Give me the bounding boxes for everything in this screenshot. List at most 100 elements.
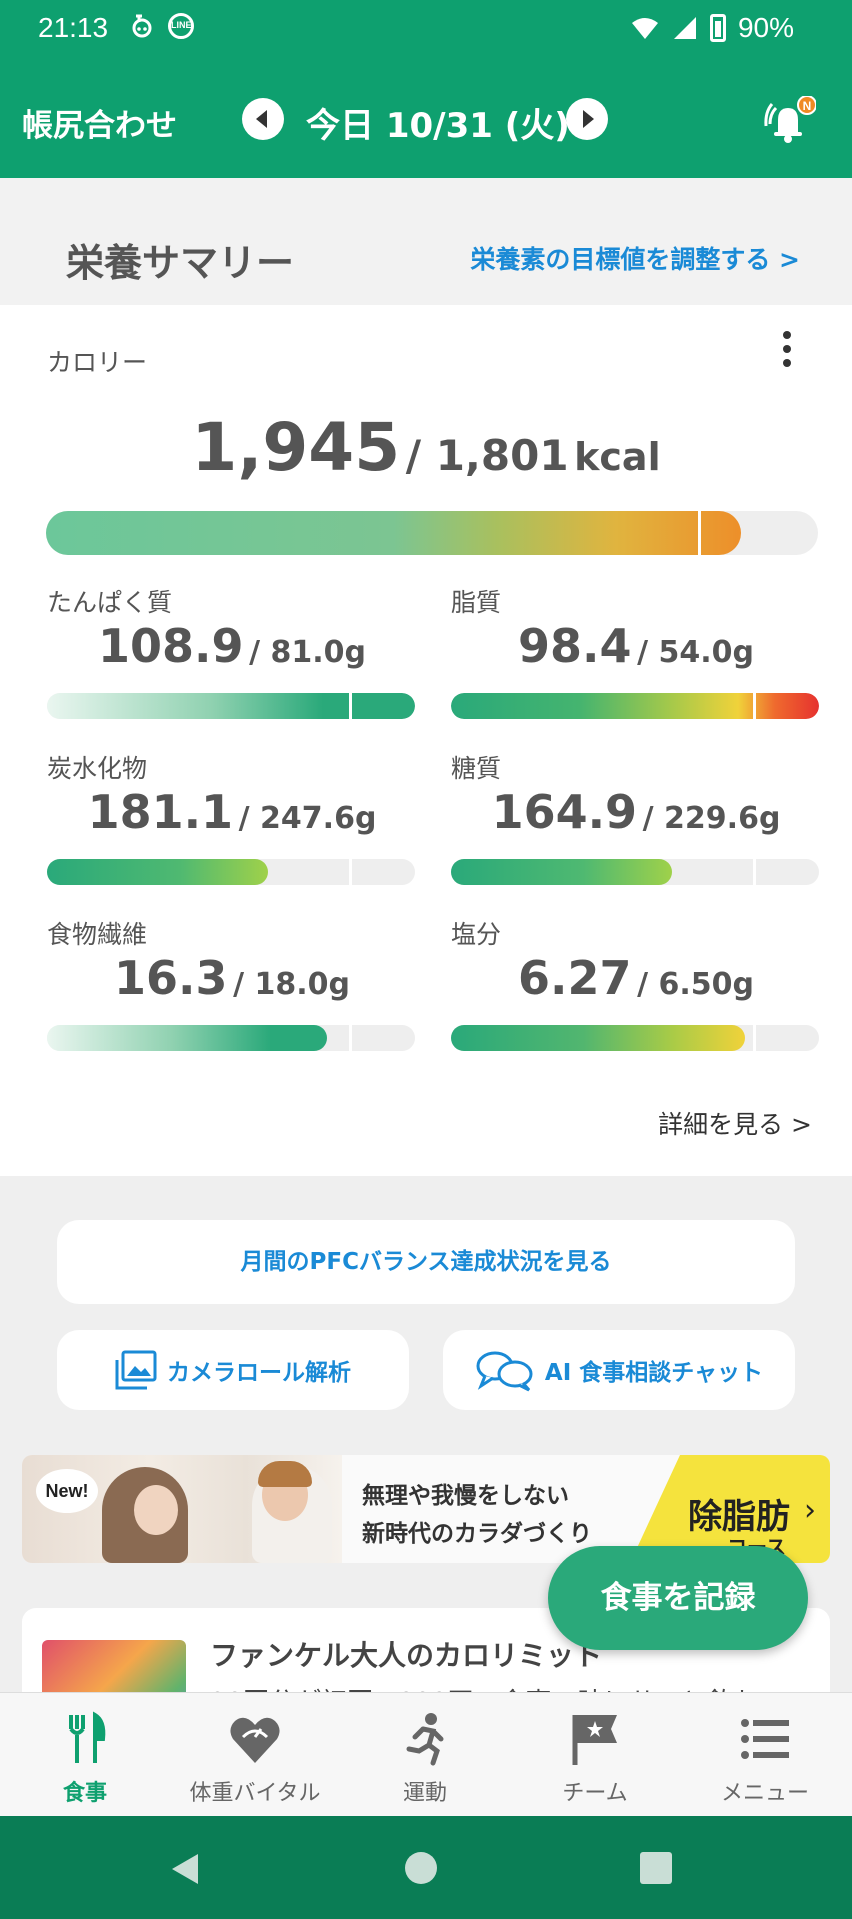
calorie-unit: kcal bbox=[574, 435, 661, 479]
nutrient-goal: / 229.6g bbox=[642, 801, 781, 836]
nutrient-value: 164.9 bbox=[491, 785, 638, 839]
nutrient-goal: / 247.6g bbox=[238, 801, 377, 836]
camera-roll-label: カメラロール解析 bbox=[167, 1360, 351, 1386]
nav-meal-label: 食事 bbox=[62, 1781, 107, 1806]
banner-person-face bbox=[134, 1485, 178, 1535]
flag-star-icon bbox=[572, 1715, 617, 1765]
nav-meal[interactable]: 食事 bbox=[0, 1693, 170, 1817]
adjust-targets-link[interactable]: 栄養素の目標値を調整する > bbox=[470, 240, 800, 276]
nutrient-progress-fill bbox=[47, 1025, 327, 1051]
nutrient-values: 164.9 / 229.6g bbox=[451, 785, 821, 839]
nutrient-progress-bar bbox=[47, 693, 415, 719]
previous-day-button[interactable] bbox=[242, 98, 284, 140]
nutrient-goal: / 81.0g bbox=[249, 635, 366, 670]
nutrient-protein[interactable]: たんぱく質 108.9 / 81.0g bbox=[47, 583, 417, 723]
nutrient-values: 16.3 / 18.0g bbox=[47, 951, 417, 1005]
pfc-balance-button[interactable]: 月間のPFCバランス達成状況を見る bbox=[57, 1220, 795, 1304]
calorie-label: カロリー bbox=[47, 348, 148, 377]
nav-menu-label: メニュー bbox=[720, 1781, 809, 1806]
bell-icon: N bbox=[764, 95, 817, 143]
nav-exercise[interactable]: 運動 bbox=[340, 1693, 510, 1817]
nutrient-progress-fill bbox=[451, 693, 819, 719]
nutrition-card: カロリー 1,945 / 1,801 kcal たんぱく質 108.9 / 81… bbox=[0, 305, 852, 1176]
nutrient-name: 炭水化物 bbox=[47, 754, 148, 783]
nutrient-goal-marker bbox=[349, 859, 352, 885]
running-person-icon bbox=[406, 1713, 444, 1766]
nav-menu[interactable]: メニュー bbox=[680, 1693, 850, 1817]
ai-chat-label: AI 食事相談チャット bbox=[544, 1360, 764, 1386]
nutrient-progress-bar bbox=[451, 693, 819, 719]
nav-team[interactable]: チーム bbox=[510, 1693, 680, 1817]
nutrient-progress-bar bbox=[451, 859, 819, 885]
nav-vital-label: 体重バイタル bbox=[189, 1781, 321, 1806]
notifications-button[interactable]: N bbox=[760, 95, 817, 146]
nutrient-progress-fill bbox=[47, 859, 268, 885]
calorie-values: 1,945 / 1,801 kcal bbox=[0, 409, 852, 486]
record-meal-button[interactable]: 食事を記録 bbox=[548, 1546, 808, 1650]
nutrient-value: 16.3 bbox=[114, 951, 228, 1005]
calorie-progress-bar bbox=[46, 511, 818, 555]
nav-exercise-label: 運動 bbox=[402, 1781, 447, 1806]
home-icon[interactable] bbox=[405, 1852, 437, 1884]
summary-header: 栄養サマリー 栄養素の目標値を調整する > bbox=[0, 178, 852, 305]
nutrient-carbs[interactable]: 炭水化物 181.1 / 247.6g bbox=[47, 749, 417, 889]
nutrient-values: 108.9 / 81.0g bbox=[47, 619, 417, 673]
more-options-icon[interactable] bbox=[780, 331, 794, 371]
banner-line-2: 新時代のカラダづくり bbox=[362, 1521, 592, 1547]
calorie-value: 1,945 bbox=[191, 409, 401, 486]
nutrient-name: 食物繊維 bbox=[47, 920, 148, 949]
app-notification-icon bbox=[132, 14, 152, 38]
nutrient-value: 181.1 bbox=[87, 785, 234, 839]
product-title: ファンケル大人のカロリミット bbox=[210, 1639, 603, 1672]
view-details-link[interactable]: 詳細を見る > bbox=[658, 1105, 812, 1141]
recent-apps-icon[interactable] bbox=[640, 1852, 672, 1884]
new-badge: New! bbox=[36, 1469, 98, 1513]
banner-person-hair bbox=[258, 1461, 312, 1487]
status-time: 21:13 bbox=[38, 12, 109, 43]
system-status: 90% bbox=[630, 12, 794, 44]
nutrient-goal-marker bbox=[753, 693, 756, 719]
wifi-icon bbox=[631, 18, 658, 39]
battery-percent: 90% bbox=[737, 12, 794, 43]
nutrient-progress-fill bbox=[451, 859, 672, 885]
triangle-right-icon bbox=[583, 110, 594, 128]
nutrient-values: 6.27 / 6.50g bbox=[451, 951, 821, 1005]
nutrient-goal: / 54.0g bbox=[637, 635, 754, 670]
page-title: 帳尻合わせ bbox=[22, 108, 177, 144]
camera-roll-analysis-button[interactable]: カメラロール解析 bbox=[57, 1330, 409, 1410]
nutrient-fat[interactable]: 脂質 98.4 / 54.0g bbox=[451, 583, 821, 723]
image-gallery-icon bbox=[115, 1350, 157, 1390]
nutrient-sugar[interactable]: 糖質 164.9 / 229.6g bbox=[451, 749, 821, 889]
nutrient-goal-marker bbox=[753, 859, 756, 885]
notification-icons: LINE bbox=[130, 12, 194, 40]
chevron-right-icon: › bbox=[804, 1493, 816, 1528]
nutrient-name: たんぱく質 bbox=[47, 588, 173, 617]
nutrient-value: 98.4 bbox=[518, 619, 632, 673]
nutrient-goal-marker bbox=[349, 693, 352, 719]
nutrient-name: 脂質 bbox=[451, 588, 502, 617]
nutrient-goal: / 6.50g bbox=[637, 967, 754, 1002]
calorie-goal-marker bbox=[697, 511, 701, 555]
back-icon[interactable] bbox=[168, 1852, 202, 1886]
nutrient-salt[interactable]: 塩分 6.27 / 6.50g bbox=[451, 915, 821, 1055]
nav-vital[interactable]: 体重バイタル bbox=[170, 1693, 340, 1817]
banner-text: 無理や我慢をしない 新時代のカラダづくり bbox=[362, 1477, 592, 1553]
nutrient-progress-fill bbox=[47, 693, 415, 719]
bottom-navigation: 食事 体重バイタル 運動 チーム メニュー bbox=[0, 1692, 852, 1816]
nutrient-progress-bar bbox=[47, 859, 415, 885]
ai-meal-chat-button[interactable]: AI 食事相談チャット bbox=[443, 1330, 795, 1410]
calorie-progress-fill bbox=[46, 511, 741, 555]
nutrient-goal: / 18.0g bbox=[233, 967, 350, 1002]
current-date[interactable]: 今日 10/31 (火) bbox=[306, 98, 570, 147]
nutrient-fiber[interactable]: 食物繊維 16.3 / 18.0g bbox=[47, 915, 417, 1055]
next-day-button[interactable] bbox=[566, 98, 608, 140]
line-app-icon: LINE bbox=[168, 13, 194, 39]
system-navigation-bar bbox=[0, 1816, 852, 1919]
nutrient-name: 塩分 bbox=[451, 920, 502, 949]
status-bar: 21:13 LINE 90% bbox=[0, 0, 852, 60]
nutrient-progress-bar bbox=[451, 1025, 819, 1051]
summary-title: 栄養サマリー bbox=[66, 241, 295, 285]
list-menu-icon bbox=[741, 1719, 789, 1759]
banner-line-1: 無理や我慢をしない bbox=[362, 1483, 569, 1509]
nutrient-goal-marker bbox=[753, 1025, 756, 1051]
